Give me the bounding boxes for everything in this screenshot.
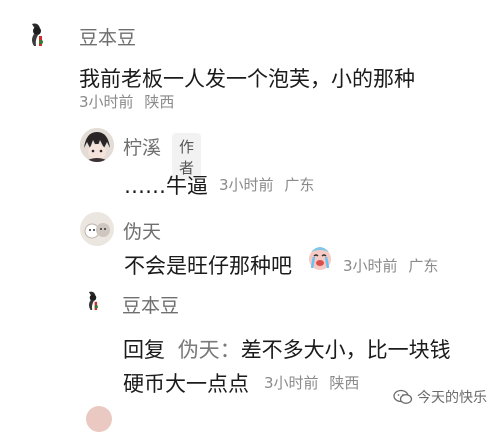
comment-text: ……牛逼 [124,174,208,198]
crying-face-emoji-icon [309,247,331,270]
avatar-anime-icon [80,128,114,162]
comment-meta: 3小时前 陕西 [264,372,359,393]
comment-meta: 3小时前 广东 [343,255,438,276]
comment-username[interactable]: 豆本豆 [79,23,136,50]
comment-meta: 3小时前 广东 [219,174,314,195]
comment-time: 3小时前 [264,374,319,392]
watermark: 今天的快乐 [393,387,487,407]
avatar[interactable] [80,212,114,246]
comment-text-line1: 回复 伪天：差不多大小，比一块钱 [123,334,451,364]
comment-location: 广东 [408,257,439,275]
avatar[interactable] [80,128,114,162]
reply-prefix: 回复 [123,338,165,362]
comment-time: 3小时前 [219,176,274,194]
comment-time: 3小时前 [79,93,134,111]
comment-location: 陕西 [329,374,360,392]
comment-text: 我前老板一人发一个泡芙，小的那种 [79,67,415,91]
comment-text-line2: 硬币大一点点 [123,372,249,396]
watermark-text: 今天的快乐 [417,390,487,406]
comment-location: 陕西 [144,93,175,111]
avatar-bird-icon[interactable] [26,22,48,48]
reply-separator: ： [219,338,241,362]
reply-to-username[interactable]: 伪天 [178,338,220,362]
avatar-bird-icon[interactable] [84,290,102,312]
comment-location: 广东 [284,176,315,194]
comment-time: 3小时前 [343,257,398,275]
wechat-icon [393,389,413,404]
comment-text: 不会是旺仔那种吧 [124,254,292,278]
comment-meta: 3小时前 陕西 [79,91,174,112]
comment-username[interactable]: 伪天 [123,217,161,244]
avatar-cartoon-icon [80,212,114,246]
next-comment-avatar[interactable] [86,406,112,432]
comment-username[interactable]: 柠溪 [123,133,161,160]
reply-text: 差不多大小，比一块钱 [240,338,451,362]
comment-username[interactable]: 豆本豆 [122,291,179,318]
